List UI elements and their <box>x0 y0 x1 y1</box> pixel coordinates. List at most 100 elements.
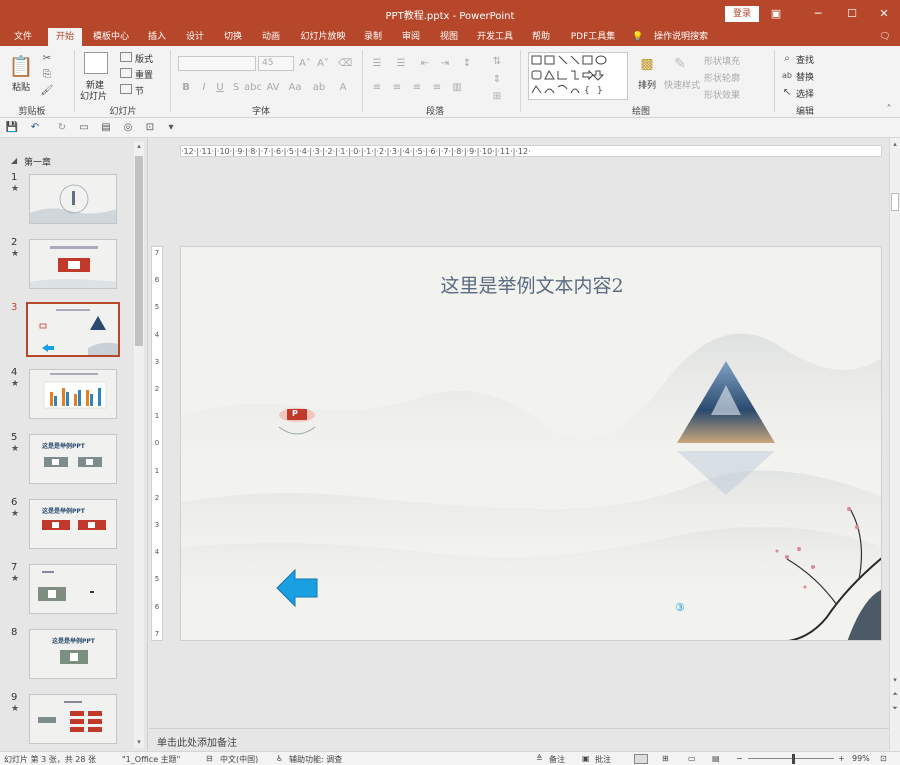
notes-button[interactable]: 备注 <box>549 754 565 765</box>
scroll-up-icon[interactable]: ▴ <box>891 140 899 150</box>
accessibility-status[interactable]: 辅助功能: 调查 <box>289 754 342 765</box>
slide-sorter-icon[interactable]: ⊞ <box>662 754 669 763</box>
login-button[interactable]: 登录 <box>725 6 759 22</box>
proofing-icon[interactable]: ⊟ <box>206 754 213 763</box>
notes-placeholder[interactable]: 单击此处添加备注 <box>157 734 237 749</box>
format-painter-icon[interactable]: 🖌 <box>40 84 54 96</box>
decrease-font-icon[interactable]: A˅ <box>316 56 330 71</box>
cut-icon[interactable]: ✂ <box>40 52 54 64</box>
arrange-button[interactable]: 排列 <box>638 78 656 91</box>
quick-styles-icon[interactable]: ✎ <box>670 54 690 74</box>
slide-title[interactable]: 这里是举例文本内容2 <box>181 271 881 298</box>
tab-slideshow[interactable]: 幻灯片放映 <box>294 28 352 46</box>
section-collapse-icon[interactable]: ◢ <box>11 156 17 165</box>
fit-slide-icon[interactable]: ⊡ <box>880 754 887 763</box>
tab-insert[interactable]: 插入 <box>140 28 174 46</box>
layout-button[interactable]: 版式 <box>135 52 153 65</box>
text-direction-icon[interactable]: ⇅ <box>490 54 504 68</box>
font-color-icon[interactable]: A <box>336 80 350 94</box>
from-beginning-icon[interactable]: ▭ <box>78 121 90 134</box>
zoom-slider-thumb[interactable] <box>792 754 795 764</box>
italic-icon[interactable]: I <box>198 80 210 94</box>
reset-icon[interactable] <box>120 68 132 78</box>
tab-help[interactable]: 帮助 <box>524 28 558 46</box>
slide-thumbnail-1[interactable] <box>29 174 117 224</box>
change-case-icon[interactable]: Aa <box>288 80 302 94</box>
next-slide-icon[interactable]: ⏷ <box>891 704 899 714</box>
normal-view-icon[interactable] <box>634 754 648 764</box>
tab-transitions[interactable]: 切换 <box>216 28 250 46</box>
zoom-slider[interactable] <box>748 758 834 759</box>
tab-view[interactable]: 视图 <box>432 28 466 46</box>
select-button[interactable]: 选择 <box>796 87 814 100</box>
reset-button[interactable]: 重置 <box>135 68 153 81</box>
editor-scrollbar[interactable]: ▴ ▾ ⏶ ⏷ <box>889 138 900 751</box>
copy-icon[interactable]: ⎘ <box>40 68 54 80</box>
previous-slide-icon[interactable]: ⏶ <box>891 690 899 700</box>
language-label[interactable]: 中文(中国) <box>220 754 258 765</box>
touch-mode-icon[interactable]: ▤ <box>100 121 112 134</box>
shapes-gallery[interactable]: {} <box>528 52 628 100</box>
slide-canvas[interactable]: 这里是举例文本内容2 P ③ <box>180 246 882 641</box>
tab-template-center[interactable]: 模板中心 <box>88 28 134 46</box>
replace-button[interactable]: 替换 <box>796 70 814 83</box>
zoom-level[interactable]: 99% <box>852 754 870 763</box>
clear-format-icon[interactable]: ⌫ <box>338 56 352 71</box>
layout-icon[interactable] <box>120 52 132 62</box>
zoom-in-icon[interactable]: + <box>838 754 845 763</box>
find-button[interactable]: 查找 <box>796 53 814 66</box>
replace-icon[interactable]: ab <box>782 70 792 80</box>
scroll-down-icon[interactable]: ▾ <box>135 738 143 748</box>
tab-animations[interactable]: 动画 <box>254 28 288 46</box>
scroll-up-icon[interactable]: ▴ <box>135 142 143 152</box>
increase-font-icon[interactable]: A˄ <box>298 56 312 71</box>
slide-thumbnail-9[interactable] <box>29 694 117 744</box>
section-icon[interactable] <box>120 84 132 94</box>
maximize-icon[interactable]: ☐ <box>840 4 864 24</box>
collapse-ribbon-icon[interactable]: ˄ <box>884 104 894 115</box>
redo-icon[interactable]: ↻ <box>56 121 68 134</box>
close-icon[interactable]: ✕ <box>872 4 896 24</box>
ribbon-display-icon[interactable]: ▣ <box>764 4 788 24</box>
align-right-icon[interactable]: ≡ <box>410 80 424 94</box>
font-name-input[interactable] <box>178 56 256 71</box>
strikethrough-icon[interactable]: abc <box>244 80 262 94</box>
slide-thumbnail-2[interactable] <box>29 239 117 289</box>
notes-pane[interactable]: 单击此处添加备注 <box>149 728 889 751</box>
arrange-icon[interactable]: ▩ <box>638 54 656 74</box>
tab-developer[interactable]: 开发工具 <box>472 28 518 46</box>
slide-thumbnail-6[interactable]: 这是是举例PPT <box>29 499 117 549</box>
editor-scroll-thumb[interactable] <box>891 193 899 211</box>
customize-qat-icon[interactable]: ▾ <box>166 121 176 134</box>
zoom-out-icon[interactable]: − <box>736 754 743 763</box>
underline-icon[interactable]: U <box>214 80 226 94</box>
thumbnail-scroll-thumb[interactable] <box>135 156 143 346</box>
tab-record[interactable]: 录制 <box>356 28 390 46</box>
comment-icon[interactable]: 🗨 <box>876 28 894 46</box>
find-icon[interactable]: ⌕ <box>782 53 792 64</box>
bold-icon[interactable]: B <box>180 80 192 94</box>
minimize-icon[interactable]: ─ <box>806 4 830 24</box>
tab-file[interactable]: 文件 <box>6 28 40 46</box>
new-slide-label2[interactable]: 幻灯片 <box>80 89 107 102</box>
slide-thumbnail-5[interactable]: 这是是举例PPT <box>29 434 117 484</box>
font-size-input[interactable]: 45 <box>258 56 294 71</box>
thumbnail-scrollbar[interactable]: ▴ ▾ <box>134 142 144 748</box>
char-spacing-icon[interactable]: AV <box>266 80 280 94</box>
tell-me-search[interactable]: 操作说明搜索 <box>650 28 712 46</box>
select-icon[interactable]: ↖ <box>782 87 792 98</box>
section-button[interactable]: 节 <box>135 84 144 97</box>
reading-view-icon[interactable]: ▭ <box>688 754 696 763</box>
bullets-icon[interactable]: ☰ <box>370 56 384 70</box>
slide-show-icon[interactable]: ◎ <box>122 121 134 134</box>
slide-thumbnail-4[interactable] <box>29 369 117 419</box>
tab-home[interactable]: 开始 <box>48 28 82 46</box>
comments-button[interactable]: 批注 <box>595 754 611 765</box>
smartart-icon[interactable]: ⊞ <box>490 90 504 102</box>
slide-thumbnail-3-selected[interactable] <box>26 302 120 357</box>
scroll-down-icon[interactable]: ▾ <box>891 676 899 686</box>
tab-review[interactable]: 审阅 <box>394 28 428 46</box>
align-left-icon[interactable]: ≡ <box>370 80 384 94</box>
decrease-indent-icon[interactable]: ⇤ <box>418 56 432 70</box>
slideshow-view-icon[interactable]: ▤ <box>712 754 720 763</box>
